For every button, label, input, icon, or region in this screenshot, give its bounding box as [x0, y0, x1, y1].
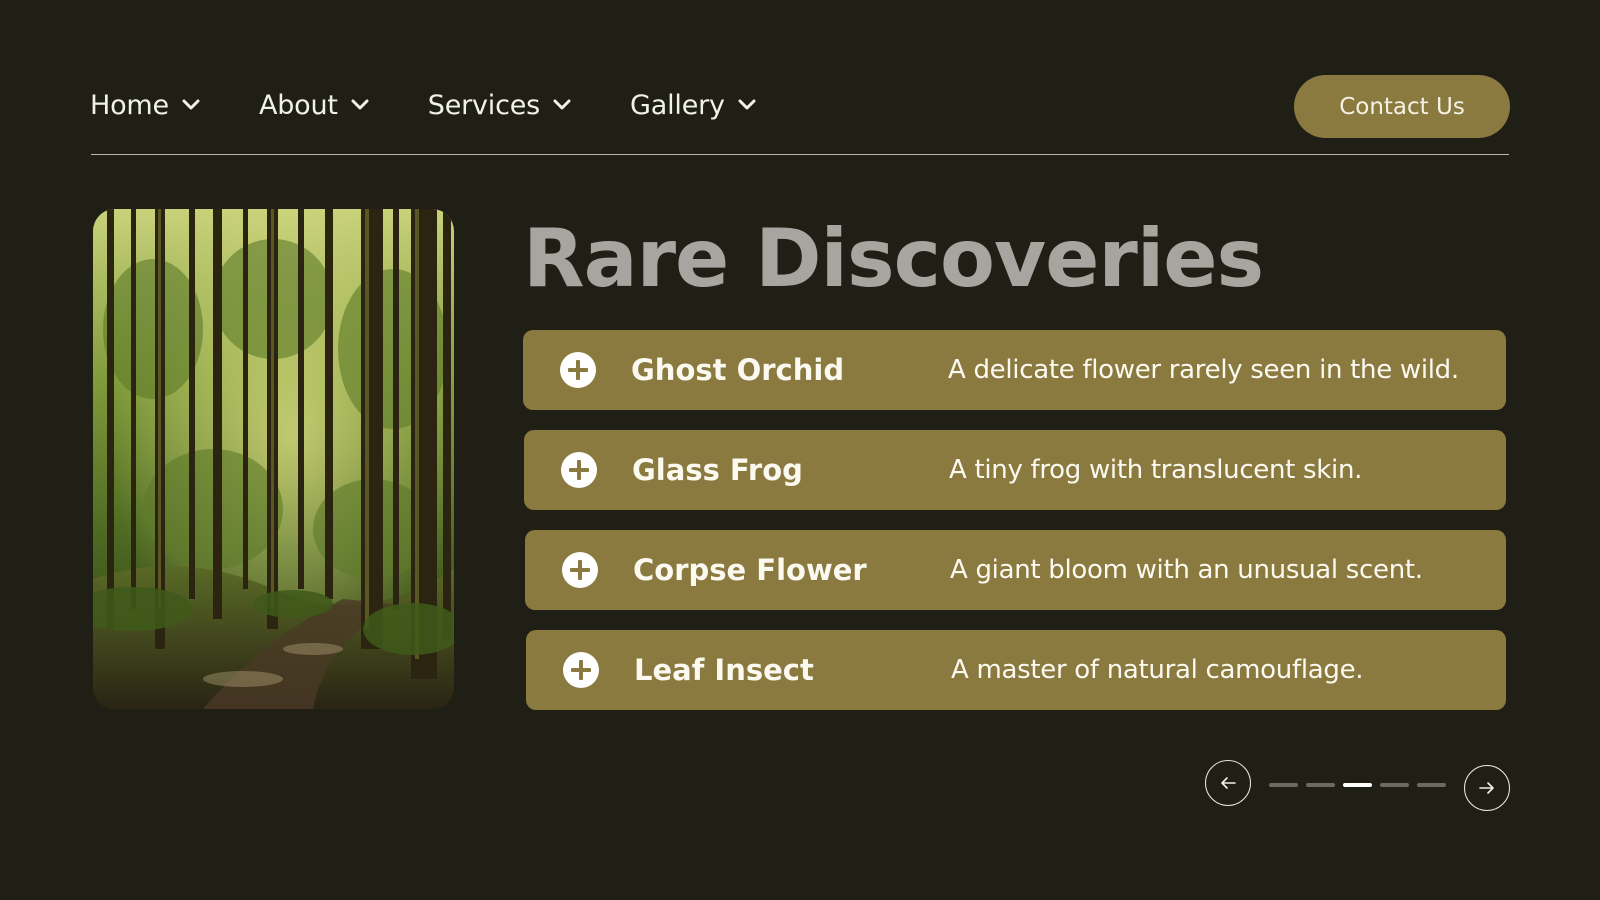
list-item[interactable]: Corpse Flower A giant bloom with an unus… [525, 530, 1506, 610]
item-description: A tiny frog with translucent skin. [949, 455, 1363, 485]
list-item[interactable]: Leaf Insect A master of natural camoufla… [526, 630, 1506, 710]
nav-item-label: About [258, 89, 338, 121]
pagination-dot[interactable] [1343, 783, 1372, 787]
plus-circle-icon[interactable] [560, 451, 598, 489]
pagination-dots [1269, 783, 1446, 787]
list-item[interactable]: Glass Frog A tiny frog with translucent … [524, 430, 1506, 510]
item-name: Glass Frog [632, 453, 803, 487]
discoveries-list: Ghost Orchid A delicate flower rarely se… [523, 330, 1506, 730]
arrow-left-icon [1219, 776, 1237, 790]
prev-button[interactable] [1205, 760, 1251, 806]
forest-photo [93, 209, 454, 709]
nav-item-gallery[interactable]: Gallery [630, 90, 757, 121]
pagination-dot[interactable] [1269, 783, 1298, 787]
nav-divider [91, 154, 1509, 155]
page-title: Rare Discoveries [523, 212, 1264, 305]
main-nav: Home About Services Gallery Contact Us [90, 72, 1510, 138]
nav-item-about[interactable]: About [259, 90, 370, 121]
chevron-down-icon [181, 98, 201, 112]
item-name: Leaf Insect [634, 653, 814, 687]
next-button[interactable] [1464, 765, 1510, 811]
chevron-down-icon [552, 98, 572, 112]
item-description: A giant bloom with an unusual scent. [950, 555, 1423, 585]
pagination-dot[interactable] [1417, 783, 1446, 787]
nav-item-label: Gallery [630, 89, 725, 121]
nav-item-label: Home [90, 89, 169, 121]
item-description: A master of natural camouflage. [951, 655, 1364, 685]
chevron-down-icon [737, 98, 757, 112]
plus-circle-icon[interactable] [562, 651, 600, 689]
nav-item-services[interactable]: Services [428, 90, 572, 121]
list-item[interactable]: Ghost Orchid A delicate flower rarely se… [523, 330, 1506, 410]
item-description: A delicate flower rarely seen in the wil… [948, 355, 1459, 385]
nav-item-home[interactable]: Home [90, 90, 201, 121]
pagination-dot[interactable] [1380, 783, 1409, 787]
page: Home About Services Gallery Contact Us R… [0, 0, 1600, 900]
nav-item-label: Services [427, 89, 541, 121]
chevron-down-icon [350, 98, 370, 112]
pagination-dot[interactable] [1306, 783, 1335, 787]
item-name: Corpse Flower [633, 553, 867, 587]
contact-us-button[interactable]: Contact Us [1294, 75, 1510, 138]
arrow-right-icon [1478, 781, 1496, 795]
plus-circle-icon[interactable] [561, 551, 599, 589]
plus-circle-icon[interactable] [559, 351, 597, 389]
item-name: Ghost Orchid [631, 353, 845, 387]
